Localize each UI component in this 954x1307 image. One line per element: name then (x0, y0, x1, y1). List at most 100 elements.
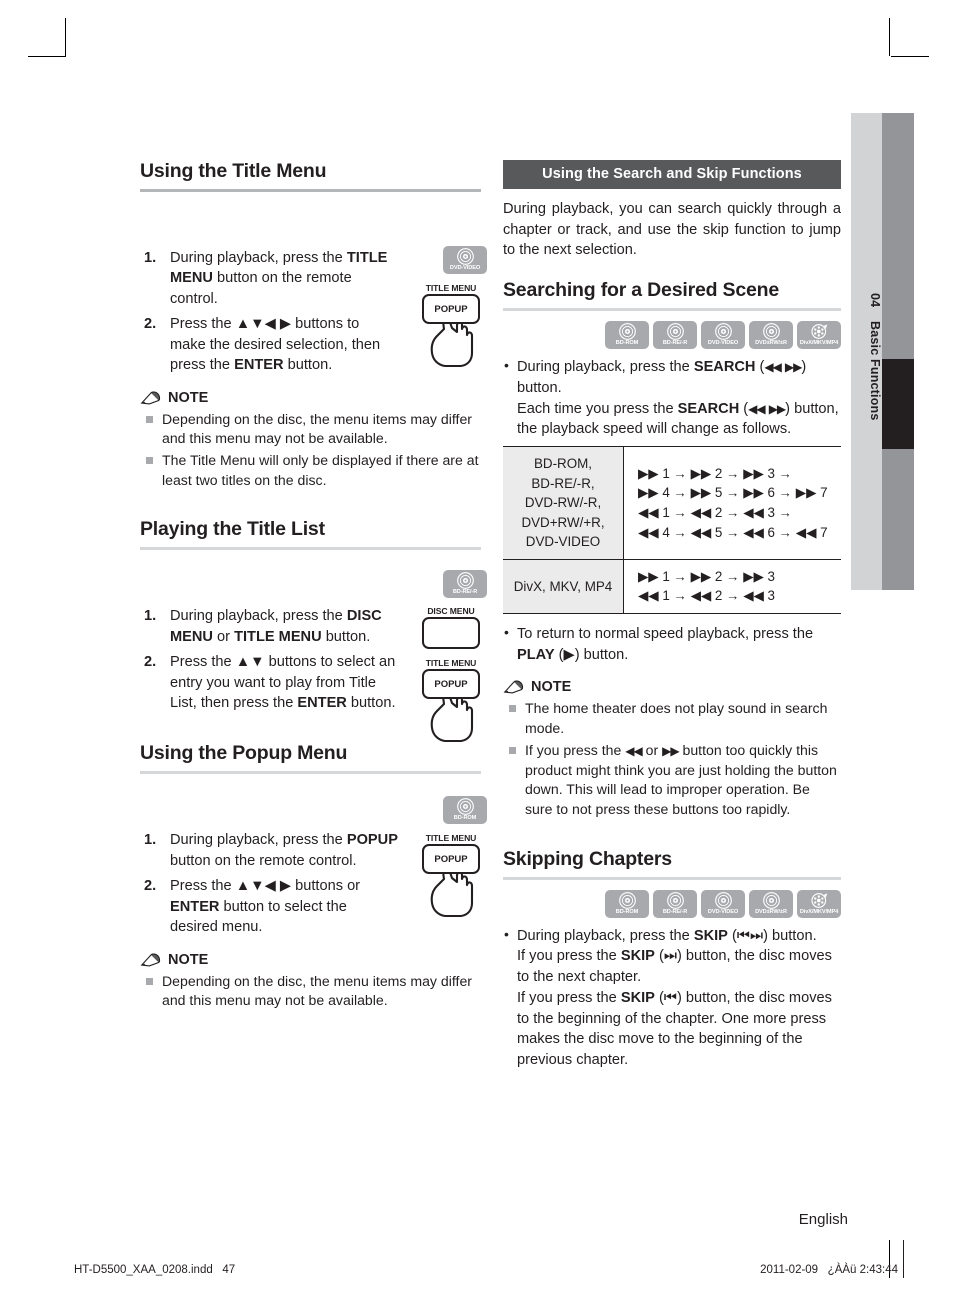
disc-icon (618, 323, 636, 341)
disc-icon (714, 323, 732, 341)
disc-type: DVD-VIDEO (525, 534, 601, 550)
remote-illustration-title-menu: DVD-VIDEO TITLE MENU POPUP (415, 246, 487, 368)
disc-type: BD-RE/-R, (531, 475, 595, 491)
heading-rule (503, 876, 841, 880)
note-heading: NOTE (503, 679, 841, 695)
note-text: Depending on the disc, the menu items ma… (162, 972, 472, 1009)
step-text: During playback, press the TITLE MENU bu… (170, 250, 388, 307)
step-text: Press the ▲▼◀ ▶ buttons to make the desi… (170, 316, 381, 374)
disc-badge-row: BD-ROM (415, 796, 487, 825)
film-disc-icon (810, 324, 827, 340)
note-text: The Title Menu will only be displayed if… (162, 451, 479, 488)
disc-badge-label: BD-RE/-R (662, 908, 688, 915)
note-item: Depending on the disc, the menu items ma… (140, 972, 481, 1011)
disc-badge: DVD-VIDEO (443, 246, 487, 274)
note-heading: NOTE (140, 952, 481, 968)
side-tab-text: 04 Basic Functions (851, 113, 882, 590)
step-item: 1. During playback, press the TITLE MENU … (140, 248, 398, 309)
speed-sequence: ▶▶ 1 → ▶▶ 2 → ▶▶ 3 → (638, 465, 793, 481)
step-item: 1. During playback, press the DISC MENU o… (140, 606, 398, 647)
step-item: 2. Press the ▲▼◀ ▶ buttons to make the de… (140, 314, 398, 375)
note-text: Depending on the disc, the menu items ma… (162, 410, 472, 447)
disc-badge-label: BD-ROM (615, 908, 639, 915)
heading-rule (503, 308, 841, 312)
step-text: Press the ▲▼◀ ▶ buttons or ENTER button … (170, 878, 361, 936)
note-heading: NOTE (140, 390, 481, 406)
table-cell-speed-sequence: ▶▶ 1 → ▶▶ 2 → ▶▶ 3 → ▶▶ 4 → ▶▶ 5 → ▶▶ 6 … (623, 446, 841, 560)
disc-badge: BD-RE/-R (653, 889, 697, 918)
disc-icon (618, 891, 636, 909)
pencil-icon (140, 952, 161, 966)
crop-mark-top-left-vertical (65, 18, 66, 56)
side-tab-active-marker (882, 359, 914, 449)
pencil-icon (503, 680, 524, 694)
return-normal-speed-bullet: To return to normal speed playback, pres… (503, 623, 841, 665)
disc-icon (666, 891, 684, 909)
disc-type: DivX, MKV, MP4 (513, 578, 613, 594)
table-cell-speed-sequence: ▶▶ 1 → ▶▶ 2 → ▶▶ 3 ◀◀ 1 → ◀◀ 2 → ◀◀ 3 (623, 559, 841, 614)
chapter-number: 04 (868, 292, 882, 307)
step-item: 2. Press the ▲▼◀ ▶ buttons or ENTER butto… (140, 876, 398, 937)
disc-icon (762, 891, 780, 909)
disc-badge-row: DVD-VIDEO (415, 246, 487, 274)
disc-badge-label: DVD±RW/±R (755, 340, 787, 347)
footer-timestamp: 2011-02-09 ¿ÀÀü 2:43:44 (760, 1264, 898, 1276)
remote-button-caption: TITLE MENU (425, 833, 477, 844)
chapter-title: Basic Functions (868, 320, 882, 421)
bullet-square-icon (146, 456, 153, 464)
remote-button-label: POPUP (434, 853, 468, 865)
note-text: If you press the ◀◀ or ▶▶ button too qui… (525, 741, 837, 817)
disc-badge: BD-RE/-R (443, 570, 487, 599)
remote-popup-button: POPUP (422, 669, 480, 700)
disc-type: DVD+RW/+R, (521, 514, 605, 530)
remote-popup-button: POPUP (422, 844, 480, 875)
disc-icon (456, 248, 474, 265)
bullet-item: During playback, press the SKIP (⏮⏭) but… (503, 925, 841, 1071)
remote-button-label: POPUP (434, 303, 468, 315)
step-number: 2. (144, 654, 157, 671)
disc-badge-label: BD-RE/-R (662, 340, 688, 347)
side-tab-grey-strip (882, 113, 914, 590)
footer-divider (903, 1240, 904, 1278)
disc-type: BD-ROM, (533, 456, 593, 472)
note-label: NOTE (168, 389, 209, 406)
pencil-icon (140, 390, 161, 405)
disc-badge: BD-ROM (605, 889, 649, 918)
footer-language: English (798, 1211, 848, 1228)
remote-illustration-popup-menu: BD-ROM TITLE MENU POPUP (415, 796, 487, 918)
bullet-item: To return to normal speed playback, pres… (503, 623, 841, 665)
crop-mark-top-left-horizontal (28, 56, 66, 57)
right-column: Using the Search and Skip Functions Duri… (503, 160, 841, 1075)
disc-badge-label: BD-ROM (615, 340, 639, 347)
disc-icon (714, 891, 732, 909)
film-disc-icon (810, 892, 827, 908)
disc-badge-label: BD-RE/-R (452, 589, 478, 596)
playback-speed-table: BD-ROM, BD-RE/-R, DVD-RW/-R, DVD+RW/+R, … (503, 446, 841, 614)
bullet-item: During playback, press the SEARCH (◀◀ ▶▶… (503, 356, 841, 440)
speed-sequence: ▶▶ 4 → ▶▶ 5 → ▶▶ 6 → ▶▶ 7 (638, 485, 828, 501)
table-row: DivX, MKV, MP4 ▶▶ 1 → ▶▶ 2 → ▶▶ 3 ◀◀ 1 →… (503, 559, 841, 614)
step-text: Press the ▲▼ buttons to select an entry … (170, 654, 396, 712)
bullet-square-icon (146, 977, 153, 985)
note-text: The home theater does not play sound in … (525, 700, 828, 737)
disc-badge: DVD±RW/±R (749, 321, 793, 350)
disc-badge: DVD-VIDEO (701, 321, 745, 350)
table-row: BD-ROM, BD-RE/-R, DVD-RW/-R, DVD+RW/+R, … (503, 446, 841, 560)
steps-title-menu: 1. During playback, press the TITLE MENU … (140, 248, 398, 376)
heading-rule (140, 771, 481, 775)
remote-disc-menu-button (422, 617, 480, 650)
bullet-square-icon (146, 415, 153, 423)
note-list: The home theater does not play sound in … (503, 699, 841, 819)
disc-badge: DivX/MKV/MP4 (797, 321, 841, 350)
note-list: Depending on the disc, the menu items ma… (140, 972, 481, 1011)
remote-button-label: POPUP (434, 678, 468, 690)
disc-badge-label: DivX/MKV/MP4 (799, 340, 839, 347)
step-item: 1. During playback, press the POPUP butto… (140, 830, 398, 871)
disc-badge: BD-ROM (443, 796, 487, 825)
step-text: During playback, press the POPUP button … (170, 832, 398, 869)
disc-badge: DivX/MKV/MP4 (797, 889, 841, 918)
remote-illustration-title-list: BD-RE/-R DISC MENU TITLE MENU POPUP (415, 570, 487, 743)
disc-badge-row-search: BD-ROM BD-RE/-R DVD-VIDEO DVD±RW/±R DivX… (503, 321, 841, 350)
disc-badge-label: BD-ROM (453, 815, 477, 822)
disc-badge-label: DivX/MKV/MP4 (799, 908, 839, 915)
